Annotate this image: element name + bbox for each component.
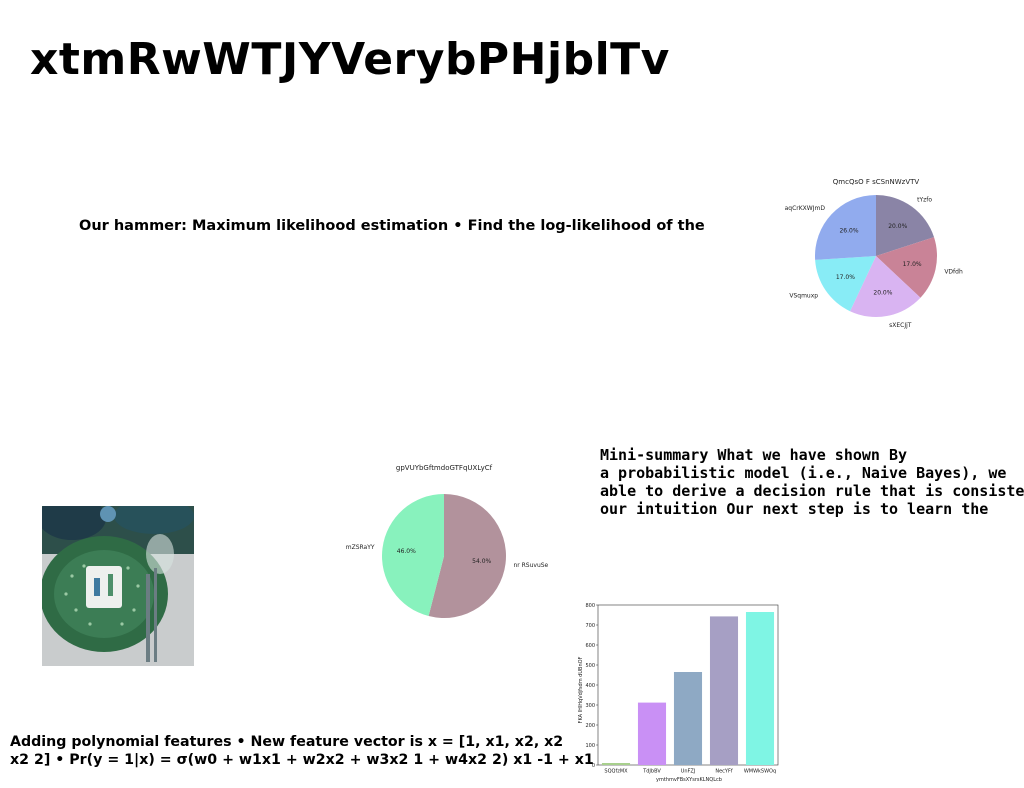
pie-slice-percent: 20.0% <box>888 223 907 230</box>
pie-chart-1: QmcQsO F sCSnNWzVTV tYzfo 20.0% VDfdh 17.0%… <box>785 178 963 329</box>
summary-line: able to derive a decision rule that is c… <box>600 482 1024 500</box>
mle-text: Our hammer: Maximum likelihood estimatio… <box>79 218 705 234</box>
pie-slice-percent: 17.0% <box>903 261 922 268</box>
chart-title: QmcQsO F sCSnNWzVTV <box>833 178 920 186</box>
pie-slice-percent: 46.0% <box>397 548 416 555</box>
y-tick-label: 800 <box>585 603 595 609</box>
pie-chart-2: gpVUYbGftmdoGTFqUXLyCf nr RSuvuSe 54.0% mZ… <box>346 464 549 618</box>
y-tick-label: 700 <box>585 623 595 629</box>
pie-slice-percent: 20.0% <box>873 289 892 296</box>
x-tick-label: NecYFf <box>715 769 732 775</box>
pie-slice-label: mZSRaYY <box>346 544 375 551</box>
bar <box>601 763 631 765</box>
bar <box>637 702 667 765</box>
y-tick-label: 0 <box>592 763 595 769</box>
y-tick-label: 200 <box>585 723 595 729</box>
pie-slice-label: VSqmuxp <box>789 292 818 299</box>
bar <box>745 612 775 765</box>
pie-slice-label: nr RSuvuSe <box>513 562 548 569</box>
pie-slice-label: sXECJjT <box>889 322 912 329</box>
polynomial-text: Adding polynomial features • New feature… <box>10 733 594 769</box>
chart-title: gpVUYbGftmdoGTFqUXLyCf <box>396 464 493 472</box>
pie-slice-percent: 54.0% <box>472 558 491 565</box>
x-tick-label: TdJbBV <box>642 769 661 775</box>
y-tick-label: 600 <box>585 643 595 649</box>
x-tick-label: WMWkSWOq <box>744 769 776 775</box>
dinner-plate-photo <box>42 506 194 666</box>
pie-slice-percent: 26.0% <box>839 228 858 235</box>
y-tick-label: 100 <box>585 743 595 749</box>
bar-chart: FKA IHlHqVdjfsdm dUBnOF 0 100 200 300 400 500… <box>578 603 779 783</box>
summary-line: Mini-summary What we have shown By <box>600 446 908 464</box>
polynomial-line: x2 2] • Pr(y = 1|x) = σ(w0 + w1x1 + w2x2… <box>10 752 594 768</box>
y-tick-label: 500 <box>585 663 595 669</box>
y-tick-label: 400 <box>585 683 595 689</box>
summary-line: our intuition Our next step is to learn … <box>600 500 989 518</box>
pie-slice-label: tYzfo <box>917 196 932 203</box>
pie-slice-label: VDfdh <box>944 268 963 275</box>
x-tick-label: SQQfzMX <box>604 769 628 775</box>
summary-line: a probabilistic model (i.e., Naive Bayes… <box>600 464 1007 482</box>
page-title: xtmRwWTJYVerybPHjblTv <box>30 34 670 85</box>
bar <box>709 616 739 765</box>
pie-slice-label: aqCrKXWJmD <box>785 205 826 212</box>
bar <box>673 672 703 765</box>
y-tick-label: 300 <box>585 703 595 709</box>
pie-slice-percent: 17.0% <box>836 274 855 281</box>
y-axis-label: FKA IHlHqVdjfsdm dUBnOF <box>578 656 584 723</box>
summary-text: Mini-summary What we have shown By a pro… <box>600 446 1024 518</box>
x-tick-label: UnFZJ <box>681 769 696 775</box>
x-axis-label: ymthmvFBsXYsrsKLNQLcb <box>656 777 722 783</box>
polynomial-line: Adding polynomial features • New feature… <box>10 734 564 750</box>
